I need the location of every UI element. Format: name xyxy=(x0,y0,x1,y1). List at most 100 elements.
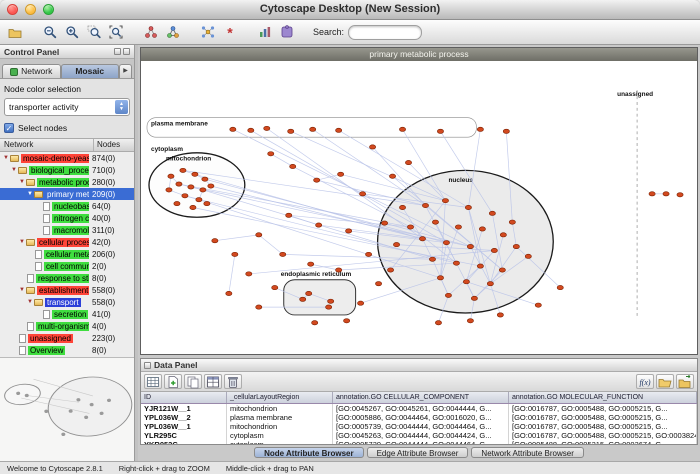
network-node[interactable] xyxy=(443,241,449,245)
network-node[interactable] xyxy=(176,182,182,186)
network-canvas-svg[interactable]: plasma membrane cytoplasm mitochondrion … xyxy=(141,61,697,354)
network-node[interactable] xyxy=(491,248,497,252)
table-cell[interactable]: [GO:0005739, GO:0044444, GO:0044464, G..… xyxy=(333,422,509,431)
table-cell[interactable]: plasma membrane xyxy=(227,413,333,422)
tree-row[interactable]: cell communicat...2(0) xyxy=(0,260,134,272)
tab-mosaic[interactable]: Mosaic xyxy=(61,64,120,78)
tree-node-label[interactable]: nitrogen compo... xyxy=(52,214,89,223)
table-cell[interactable]: [GO:0016787, GO:0005488, GO:0005215, G..… xyxy=(509,404,697,413)
network-node[interactable] xyxy=(286,213,292,217)
network-node[interactable] xyxy=(346,229,352,233)
network-node[interactable] xyxy=(663,192,669,196)
network-node[interactable] xyxy=(280,252,286,256)
table-cell[interactable]: cytoplasm xyxy=(227,440,333,444)
network-edge[interactable] xyxy=(313,129,426,205)
tree-row[interactable]: unassigned223(0) xyxy=(0,332,134,344)
table-row[interactable]: YLR295Ccytoplasm[GO:0045263, GO:0044444,… xyxy=(141,431,697,440)
tab-node-attribute-browser[interactable]: Node Attribute Browser xyxy=(254,447,364,458)
network-node[interactable] xyxy=(393,242,399,246)
network-node[interactable] xyxy=(256,305,262,309)
tree-node-label[interactable]: multi-organism pro... xyxy=(36,322,89,331)
tree-row[interactable]: ▼primary metab209(0) xyxy=(0,188,134,200)
network-overview-thumbnail[interactable] xyxy=(0,357,134,461)
delete-attribute-icon[interactable] xyxy=(224,374,242,389)
table-cell[interactable]: mitochondrion xyxy=(227,422,333,431)
table-cell[interactable]: YLR295C xyxy=(141,431,227,440)
window-titlebar[interactable]: Cytoscape Desktop (New Session) xyxy=(0,0,700,20)
tree-node-label[interactable]: unassigned xyxy=(28,334,73,343)
network-node[interactable] xyxy=(256,233,262,237)
network-node[interactable] xyxy=(316,223,322,227)
network-node[interactable] xyxy=(387,268,393,272)
zoom-selected-icon[interactable] xyxy=(84,23,104,42)
column-header[interactable]: annotation.GO MOLECULAR_FUNCTION xyxy=(509,392,697,403)
tree-node-label[interactable]: cellular metabol... xyxy=(44,250,89,259)
open-session-icon[interactable] xyxy=(5,23,25,42)
network-node[interactable] xyxy=(471,296,477,300)
expander-icon[interactable]: ▼ xyxy=(18,284,26,296)
network-node[interactable] xyxy=(212,239,218,243)
network-node[interactable] xyxy=(230,127,236,131)
tree-row[interactable]: ▼metabolic process280(0) xyxy=(0,176,134,188)
table-cell[interactable]: YJR121W__1 xyxy=(141,404,227,413)
network-node[interactable] xyxy=(381,221,387,225)
network-node[interactable] xyxy=(208,184,214,188)
network-node[interactable] xyxy=(369,145,375,149)
zoom-in-icon[interactable] xyxy=(62,23,82,42)
tree-row[interactable]: ▼mosaic-demo-yeast874(0) xyxy=(0,152,134,164)
network-node[interactable] xyxy=(389,174,395,178)
network-node[interactable] xyxy=(437,129,443,133)
tab-network-attribute-browser[interactable]: Network Attribute Browser xyxy=(471,447,583,458)
expander-icon[interactable]: ▼ xyxy=(26,296,34,308)
network-node[interactable] xyxy=(497,313,503,317)
tree-row[interactable]: Overview8(0) xyxy=(0,344,134,356)
network-node[interactable] xyxy=(336,128,342,132)
network-node[interactable] xyxy=(188,185,194,189)
table-row[interactable]: YKR052Ccytoplasm[GO:0005739, GO:0044444,… xyxy=(141,440,697,444)
table-cell[interactable]: [GO:0005886, GO:0044464, GO:0016020, G..… xyxy=(333,413,509,422)
network-node[interactable] xyxy=(344,319,350,323)
network-node[interactable] xyxy=(360,192,366,196)
tree-row[interactable]: nitrogen compo...40(0) xyxy=(0,212,134,224)
float-data-panel-icon[interactable] xyxy=(144,362,151,369)
table-cell[interactable]: [GO:0045263, GO:0044444, GO:0044424, G..… xyxy=(333,431,509,440)
tree-node-label[interactable]: transport xyxy=(45,298,81,307)
network-edge[interactable] xyxy=(259,235,283,255)
network-edge[interactable] xyxy=(215,235,259,241)
import-attributes-icon[interactable] xyxy=(656,374,674,389)
tree-row[interactable]: ▼establishment of lo...558(0) xyxy=(0,284,134,296)
tree-node-label[interactable]: primary metab xyxy=(45,190,89,199)
network-node[interactable] xyxy=(365,252,371,256)
tree-node-label[interactable]: secretion xyxy=(52,310,88,319)
network-node[interactable] xyxy=(268,152,274,156)
network-node[interactable] xyxy=(190,205,196,209)
expander-icon[interactable]: ▼ xyxy=(10,164,18,176)
annotation-icon[interactable]: * xyxy=(220,23,240,42)
network-node[interactable] xyxy=(419,237,425,241)
select-attributes-icon[interactable] xyxy=(144,374,162,389)
table-cell[interactable]: [GO:0005739, GO:0044444, GO:0044464, G..… xyxy=(333,440,509,444)
network-node[interactable] xyxy=(435,321,441,325)
network-node[interactable] xyxy=(338,172,344,176)
table-cell[interactable]: [GO:0016787, GO:0005488, GO:0005215, G..… xyxy=(509,422,697,431)
tab-overflow-icon[interactable]: ▶ xyxy=(119,64,132,78)
create-attribute-icon[interactable] xyxy=(164,374,182,389)
table-cell[interactable]: cytoplasm xyxy=(227,431,333,440)
network-node[interactable] xyxy=(499,268,505,272)
network-node[interactable] xyxy=(310,127,316,131)
network-node[interactable] xyxy=(328,299,334,303)
network-node[interactable] xyxy=(463,280,469,284)
table-cell[interactable]: YKR052C xyxy=(141,440,227,444)
table-cell[interactable]: [GO:0016787, GO:0005488, GO:0005215, G..… xyxy=(509,413,697,422)
first-neighbors-icon[interactable] xyxy=(198,23,218,42)
tree-row[interactable]: multi-organism pro...4(0) xyxy=(0,320,134,332)
network-node[interactable] xyxy=(465,205,471,209)
network-node[interactable] xyxy=(467,244,473,248)
network-node[interactable] xyxy=(308,262,314,266)
tree-node-label[interactable]: response to stimul... xyxy=(36,274,89,283)
tree-row[interactable]: cellular metabol...206(0) xyxy=(0,248,134,260)
table-cell[interactable]: mitochondrion xyxy=(227,404,333,413)
tab-edge-attribute-browser[interactable]: Edge Attribute Browser xyxy=(367,447,469,458)
network-node[interactable] xyxy=(182,194,188,198)
column-header[interactable]: _cellularLayoutRegion xyxy=(227,392,333,403)
